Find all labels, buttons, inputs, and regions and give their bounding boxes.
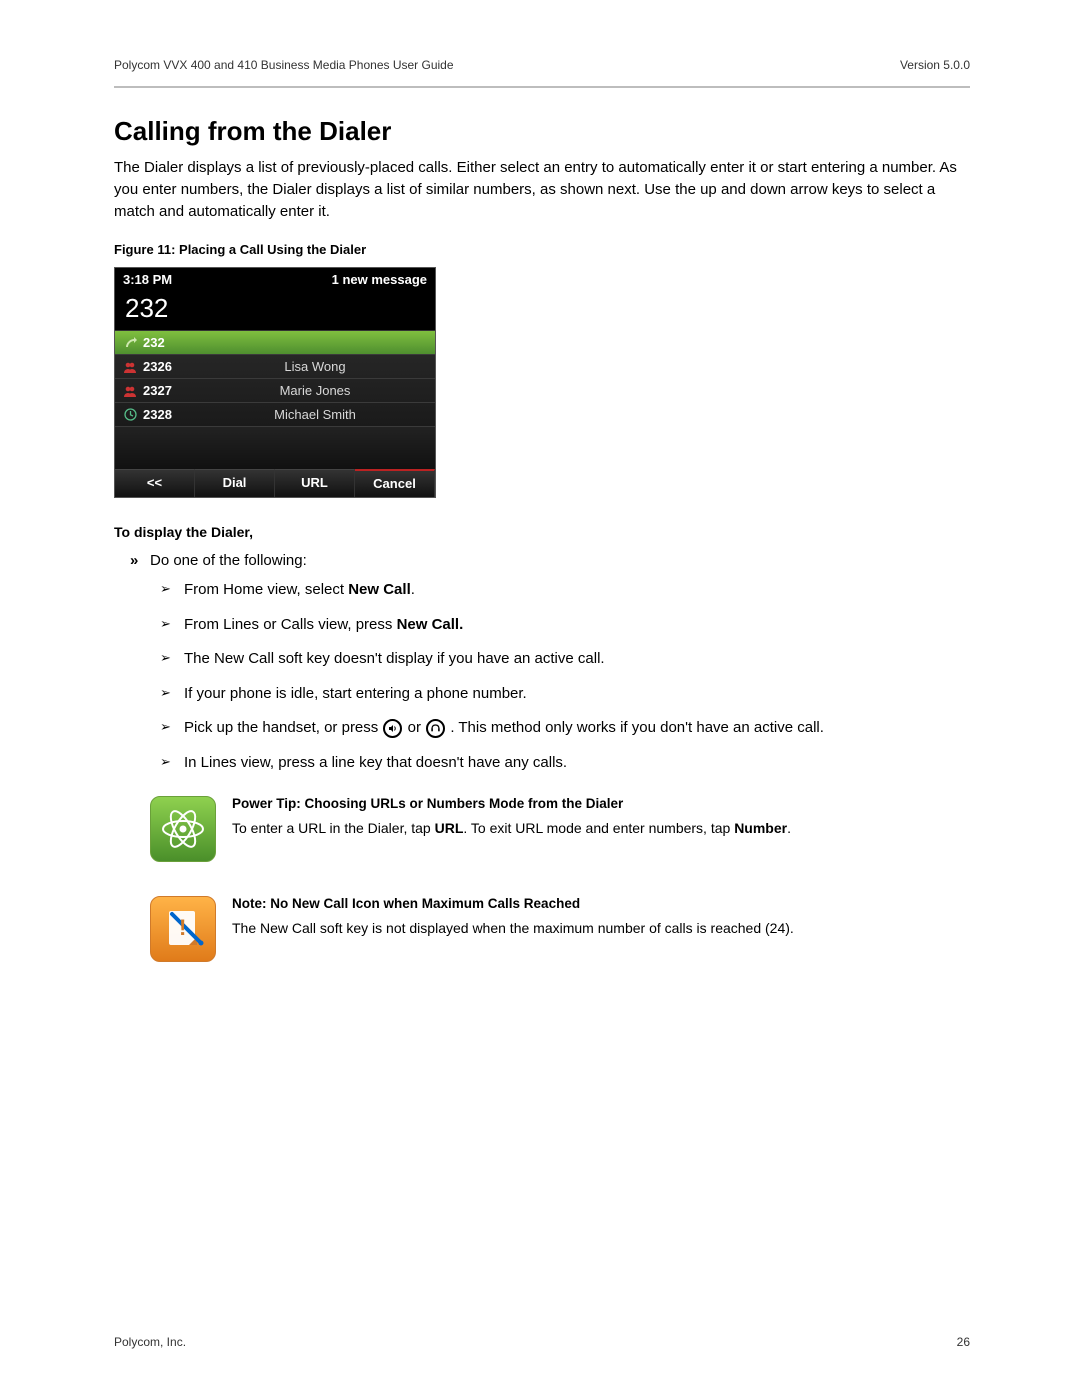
softkey-back[interactable]: << [115,469,195,497]
tip-body: To enter a URL in the Dialer, tap URL. T… [232,819,791,839]
dialer-suggestion-list: 232 2326 Lisa Wong 2327 Marie Jones [115,331,435,427]
phone-status-right: 1 new message [332,272,427,287]
intro-paragraph: The Dialer displays a list of previously… [114,157,970,222]
list-item-number: 232 [143,335,201,350]
placed-call-icon [121,336,139,350]
page-header: Polycom VVX 400 and 410 Business Media P… [114,58,970,88]
contact-icon [121,385,139,397]
step-item: In Lines view, press a line key that doe… [184,752,970,775]
step-item: From Lines or Calls view, press New Call… [184,614,970,637]
dialed-number: 232 [115,289,435,331]
note-body: The New Call soft key is not displayed w… [232,919,794,939]
step-item: The New Call soft key doesn't display if… [184,648,970,671]
note-document-icon: ! [150,896,216,962]
header-left: Polycom VVX 400 and 410 Business Media P… [114,58,454,72]
softkey-url[interactable]: URL [275,469,355,497]
bullet-top: Do one of the following: [150,552,970,569]
empty-area [115,427,435,469]
atom-icon [150,796,216,862]
softkey-cancel[interactable]: Cancel [355,469,435,497]
clock-icon [121,408,139,421]
list-item-number: 2327 [143,383,201,398]
phone-screenshot: 3:18 PM 1 new message 232 232 2326 Lisa … [114,267,436,498]
tip-title: Power Tip: Choosing URLs or Numbers Mode… [232,796,791,811]
header-right: Version 5.0.0 [900,58,970,72]
footer-left: Polycom, Inc. [114,1335,186,1349]
softkey-dial[interactable]: Dial [195,469,275,497]
step-item: Pick up the handset, or press or . This … [184,717,970,740]
softkey-bar: << Dial URL Cancel [115,469,435,497]
note-callout: ! Note: No New Call Icon when Maximum Ca… [114,896,970,962]
power-tip-callout: Power Tip: Choosing URLs or Numbers Mode… [114,796,970,862]
list-item[interactable]: 232 [115,331,435,355]
list-item-number: 2326 [143,359,201,374]
speaker-icon [383,719,402,738]
list-item[interactable]: 2328 Michael Smith [115,403,435,427]
page-footer: Polycom, Inc. 26 [114,1335,970,1349]
contact-icon [121,361,139,373]
list-item-name: Michael Smith [201,407,429,422]
svg-text:!: ! [179,915,186,940]
footer-page-number: 26 [957,1335,970,1349]
steps-list: From Home view, select New Call. From Li… [114,579,970,774]
section-title: Calling from the Dialer [114,116,970,147]
step-item: From Home view, select New Call. [184,579,970,602]
phone-time: 3:18 PM [123,272,172,287]
note-title: Note: No New Call Icon when Maximum Call… [232,896,794,911]
list-item-name: Marie Jones [201,383,429,398]
headset-icon [426,719,445,738]
figure-caption: Figure 11: Placing a Call Using the Dial… [114,242,970,257]
to-display-dialer-heading: To display the Dialer, [114,524,970,540]
list-item-name: Lisa Wong [201,359,429,374]
list-item[interactable]: 2326 Lisa Wong [115,355,435,379]
list-item[interactable]: 2327 Marie Jones [115,379,435,403]
step-item: If your phone is idle, start entering a … [184,683,970,706]
list-item-number: 2328 [143,407,201,422]
